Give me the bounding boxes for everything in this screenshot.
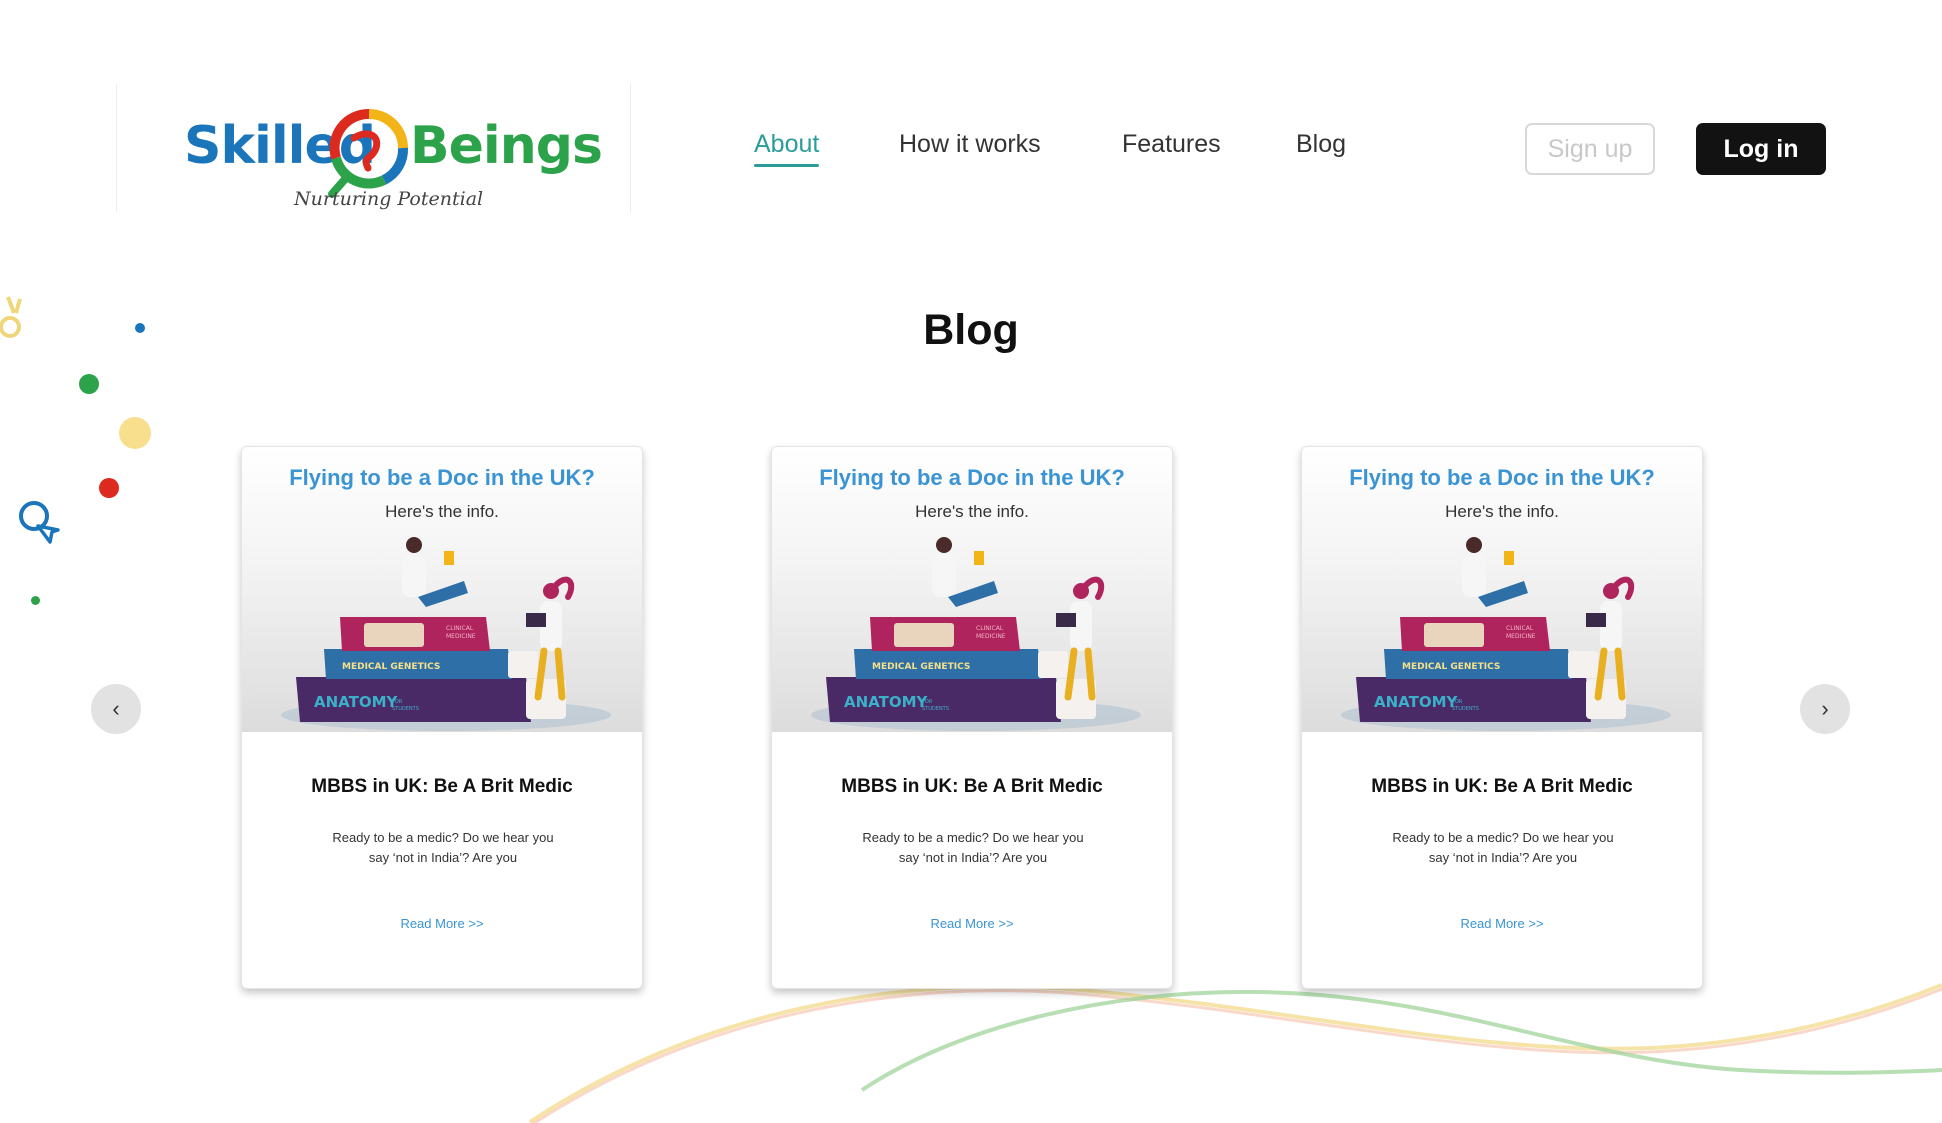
book-label-for: FOR (922, 699, 933, 705)
nav-blog[interactable]: Blog (1296, 130, 1346, 159)
book-label-medical-genetics: MEDICAL GENETICS (1402, 662, 1500, 672)
blog-card-image: Flying to be a Doc in the UK? Here's the… (772, 447, 1172, 732)
book-label-anatomy: ANATOMY (844, 693, 929, 711)
read-more-link[interactable]: Read More >> (772, 916, 1172, 931)
blog-card-image: Flying to be a Doc in the UK? Here's the… (242, 447, 642, 732)
chevron-left-icon: ‹ (112, 696, 120, 721)
logo-tagline: Nurturing Potential (294, 188, 484, 210)
book-label-medicine: MEDICINE (446, 633, 476, 640)
logo-text-beings: Beings (410, 116, 603, 176)
decor-dot-red (99, 478, 119, 498)
book-label-for: FOR (1452, 699, 1463, 705)
blog-card-image: Flying to be a Doc in the UK? Here's the… (1302, 447, 1702, 732)
read-more-link[interactable]: Read More >> (242, 916, 642, 931)
decor-dot-small-green (31, 596, 40, 605)
blog-card-excerpt: Ready to be a medic? Do we hear you say … (862, 830, 1084, 865)
section-title: Blog (923, 306, 1019, 354)
blog-card-excerpt: Ready to be a medic? Do we hear you say … (1392, 830, 1614, 865)
brand-logo[interactable]: Skilled Beings Nurturing Potential (184, 108, 603, 216)
books-doctors-illustration: ANATOMY FOR STUDENTS MEDICAL GENETICS CL… (1341, 537, 1671, 731)
chevron-right-icon: › (1821, 696, 1829, 721)
card-image-subtitle: Here's the info. (1445, 502, 1559, 521)
blog-card-title[interactable]: MBBS in UK: Be A Brit Medic (1302, 776, 1702, 798)
book-label-for: FOR (392, 699, 403, 705)
read-more-link[interactable]: Read More >> (1302, 916, 1702, 931)
book-label-medical-genetics: MEDICAL GENETICS (872, 662, 970, 672)
book-label-students: STUDENTS (392, 706, 419, 712)
login-button[interactable]: Log in (1696, 123, 1826, 175)
books-doctors-illustration: ANATOMY FOR STUDENTS MEDICAL GENETICS CL… (811, 537, 1141, 731)
book-label-clinical: CLINICAL (976, 625, 1004, 632)
header-divider-right (630, 84, 631, 212)
card-image-subtitle: Here's the info. (915, 502, 1029, 521)
header-divider-left (116, 84, 117, 212)
blog-card-title[interactable]: MBBS in UK: Be A Brit Medic (772, 776, 1172, 798)
carousel-prev-button[interactable]: ‹ (91, 684, 141, 734)
book-label-medicine: MEDICINE (976, 633, 1006, 640)
books-doctors-illustration: ANATOMY FOR STUDENTS MEDICAL GENETICS CL… (281, 537, 611, 731)
blog-card-3[interactable]: Flying to be a Doc in the UK? Here's the… (1301, 446, 1703, 989)
card-image-subtitle: Here's the info. (385, 502, 499, 521)
nav-features[interactable]: Features (1122, 130, 1221, 159)
book-label-anatomy: ANATOMY (314, 693, 399, 711)
logo-mark-icon (328, 108, 409, 198)
nav-how-it-works[interactable]: How it works (899, 130, 1041, 159)
blog-card-excerpt: Ready to be a medic? Do we hear you say … (332, 830, 554, 865)
blog-card-title[interactable]: MBBS in UK: Be A Brit Medic (242, 776, 642, 798)
carousel-next-button[interactable]: › (1800, 684, 1850, 734)
award-badge-icon (19, 501, 60, 544)
book-label-anatomy: ANATOMY (1374, 693, 1459, 711)
decor-dot-yellow (119, 417, 151, 449)
book-label-students: STUDENTS (1452, 706, 1479, 712)
book-label-students: STUDENTS (922, 706, 949, 712)
book-label-medicine: MEDICINE (1506, 633, 1536, 640)
card-image-title: Flying to be a Doc in the UK? (1349, 465, 1655, 490)
card-image-title: Flying to be a Doc in the UK? (289, 465, 595, 490)
blog-card-1[interactable]: Flying to be a Doc in the UK? Here's the… (241, 446, 643, 989)
book-label-medical-genetics: MEDICAL GENETICS (342, 662, 440, 672)
signup-button[interactable]: Sign up (1525, 123, 1655, 175)
book-label-clinical: CLINICAL (446, 625, 474, 632)
blog-card-2[interactable]: Flying to be a Doc in the UK? Here's the… (771, 446, 1173, 989)
decor-dot-green (79, 374, 99, 394)
card-image-title: Flying to be a Doc in the UK? (819, 465, 1125, 490)
book-label-clinical: CLINICAL (1506, 625, 1534, 632)
nav-about[interactable]: About (754, 130, 820, 167)
